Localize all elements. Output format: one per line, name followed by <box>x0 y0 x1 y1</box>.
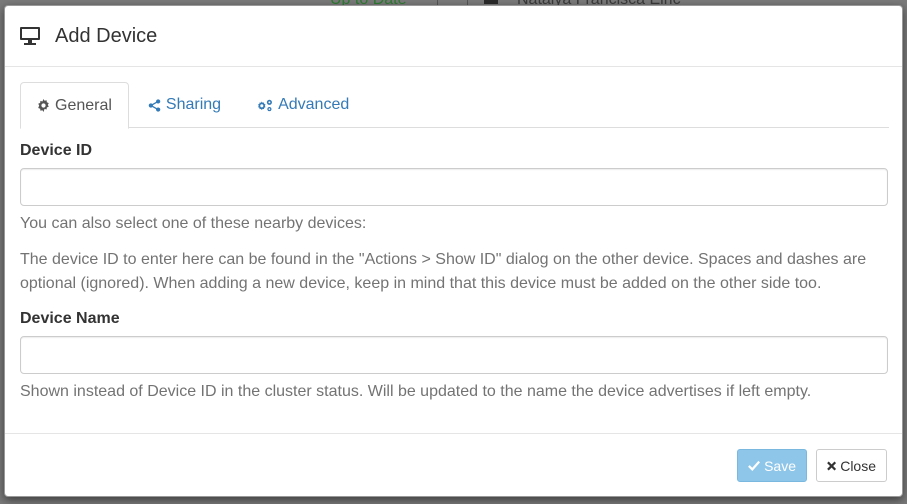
device-id-input[interactable] <box>20 168 888 206</box>
close-icon <box>827 461 837 470</box>
device-name-input[interactable] <box>20 336 888 374</box>
tab-general[interactable]: General <box>20 82 129 129</box>
dialog-header: Add Device <box>5 6 902 67</box>
device-name-label: Device Name <box>20 310 120 327</box>
device-name-help-text: Shown instead of Device ID in the cluste… <box>20 383 812 400</box>
tab-advanced-label: Advanced <box>278 96 350 113</box>
gears-icon <box>258 99 273 111</box>
tab-sharing[interactable]: Sharing <box>131 82 238 128</box>
tab-general-label: General <box>55 96 112 114</box>
device-id-label: Device ID <box>20 142 93 159</box>
share-icon <box>148 98 161 112</box>
close-button-label: Close <box>840 457 876 474</box>
dialog-body: General Sharing Advanced Device ID You c… <box>5 67 902 404</box>
device-id-help-text: The device ID to enter here can be found… <box>20 251 867 292</box>
close-button[interactable]: Close <box>816 449 887 482</box>
gear-icon <box>38 99 49 112</box>
tab-bar: General Sharing Advanced <box>20 82 889 129</box>
desktop-icon <box>19 26 41 46</box>
background-user-icon <box>484 0 498 4</box>
tab-advanced[interactable]: Advanced <box>240 82 366 128</box>
save-button[interactable]: Save <box>737 449 807 482</box>
dialog-footer: Save Close <box>5 433 902 496</box>
add-device-dialog: Add Device General Sharing Advanced Devi… <box>4 5 903 497</box>
check-icon <box>748 460 761 471</box>
tab-sharing-label: Sharing <box>165 96 222 113</box>
dialog-title: Add Device <box>55 25 158 47</box>
nearby-devices-hint: You can also select one of these nearby … <box>20 215 367 232</box>
save-button-label: Save <box>764 457 796 474</box>
